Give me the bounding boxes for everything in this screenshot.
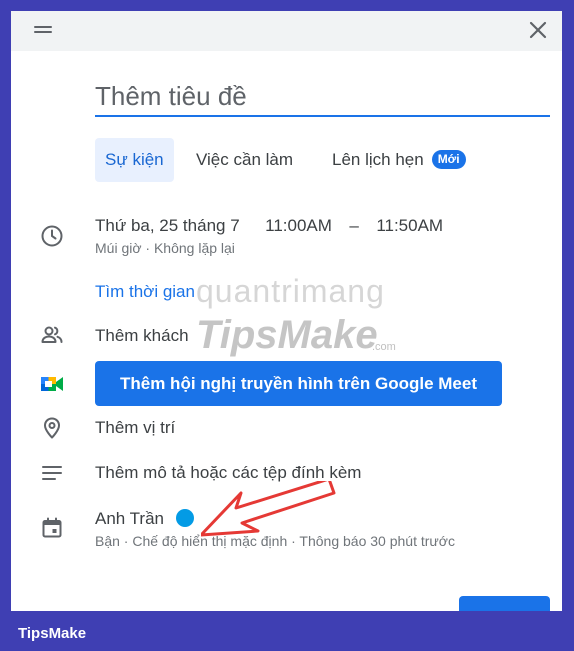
google-meet-button[interactable]: Thêm hội nghị truyền hình trên Google Me… <box>95 361 502 406</box>
dialog-header[interactable] <box>11 11 562 51</box>
tab-appointment[interactable]: Lên lịch hẹn Mới <box>332 138 466 182</box>
add-description-field[interactable]: Thêm mô tả hoặc các tệp đính kèm <box>95 463 361 483</box>
annotation-arrow-icon <box>201 481 336 537</box>
clock-icon <box>40 224 64 248</box>
event-date[interactable]: Thứ ba, 25 tháng 7 <box>95 216 240 235</box>
new-badge: Mới <box>431 150 466 169</box>
end-time[interactable]: 11:50AM <box>376 216 443 235</box>
drag-handle-icon[interactable] <box>34 26 52 34</box>
calendar-icon <box>40 516 64 540</box>
people-icon <box>40 323 64 347</box>
watermark-top-text: quantrimang <box>196 273 385 309</box>
save-button[interactable] <box>459 596 550 611</box>
tab-task-label: Việc cần làm <box>196 150 294 169</box>
footer-brand: TipsMake <box>18 625 87 642</box>
tab-event-label: Sự kiện <box>105 150 164 169</box>
watermark-suffix: .com <box>372 341 396 353</box>
start-time[interactable]: 11:00AM <box>265 216 332 235</box>
tab-appointment-label: Lên lịch hẹn <box>332 150 424 169</box>
calendar-color-dot[interactable] <box>176 509 194 527</box>
find-time-link[interactable]: Tìm thời gian <box>95 282 195 302</box>
add-location-field[interactable]: Thêm vị trí <box>95 418 175 438</box>
add-guests-field[interactable]: Thêm khách <box>95 326 189 346</box>
description-icon <box>40 461 64 485</box>
tab-task[interactable]: Việc cần làm <box>196 138 293 182</box>
google-meet-icon <box>40 372 64 396</box>
close-icon[interactable] <box>527 19 549 41</box>
time-separator: – <box>349 216 359 235</box>
watermark-main-text: TipsMake <box>196 313 378 357</box>
location-pin-icon <box>40 416 64 440</box>
datetime-row: Thứ ba, 25 tháng 7 11:00AM – 11:50AM <box>95 216 443 236</box>
calendar-owner[interactable]: Anh Trần <box>95 509 164 529</box>
datetime-details[interactable]: Múi giờ · Không lặp lại <box>95 240 235 256</box>
event-dialog: Sự kiện Việc cần làm Lên lịch hẹn Mới Thứ… <box>11 11 562 611</box>
title-input[interactable] <box>95 77 550 117</box>
watermark: quantrimang TipsMake .com <box>196 273 396 363</box>
tab-event[interactable]: Sự kiện <box>95 138 174 182</box>
